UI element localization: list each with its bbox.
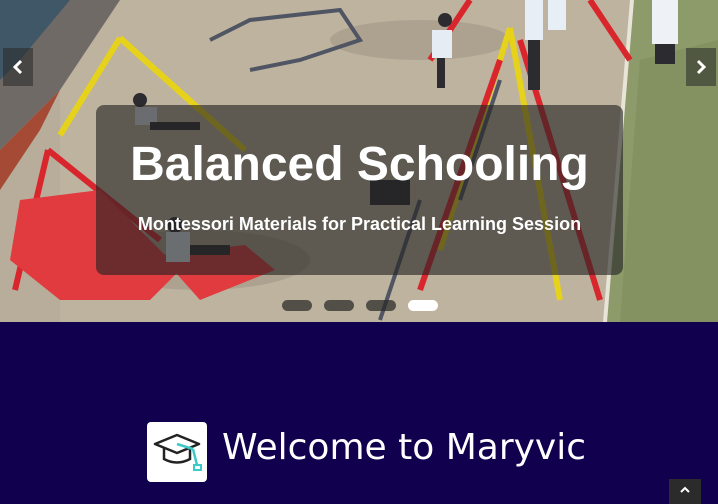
slide-indicator-2[interactable] [324,300,354,311]
slide-indicator-3[interactable] [366,300,396,311]
logo [147,422,207,482]
slide-indicator-4[interactable] [408,300,438,311]
hero-slider: Balanced Schooling Montessori Materials … [0,0,718,322]
chevron-left-icon [12,59,23,75]
slide-caption: Balanced Schooling Montessori Materials … [96,105,623,275]
slide-indicator-1[interactable] [282,300,312,311]
slide-subtitle: Montessori Materials for Practical Learn… [137,214,582,234]
slider-prev-button[interactable] [3,48,33,86]
slider-next-button[interactable] [686,48,716,86]
welcome-section: Welcome to Maryvic [0,322,718,504]
welcome-heading: Welcome to Maryvic [222,427,587,468]
chevron-up-icon [680,486,690,493]
back-to-top-button[interactable] [669,479,701,504]
chevron-right-icon [696,59,707,75]
graduation-cap-icon [153,433,202,471]
slide-title: Balanced Schooling [130,138,589,191]
